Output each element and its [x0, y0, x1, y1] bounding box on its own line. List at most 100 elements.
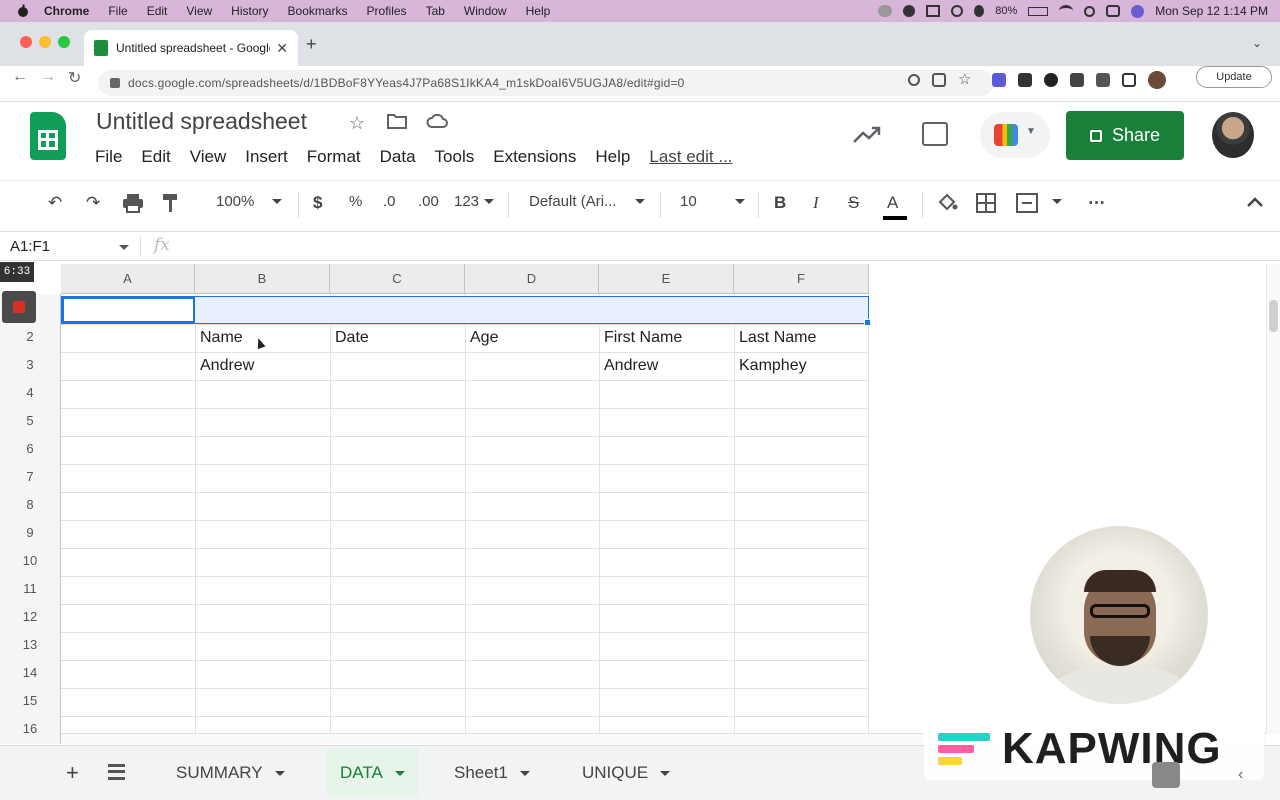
stop-recording-button[interactable]	[2, 291, 36, 323]
menu-insert[interactable]: Insert	[245, 147, 288, 167]
menubar-help[interactable]: Help	[526, 4, 551, 18]
sheet-tab-data[interactable]: DATA	[326, 748, 419, 798]
side-panel-chevron-icon[interactable]: ‹	[1238, 766, 1243, 784]
column-header-e[interactable]: E	[599, 264, 734, 294]
add-sheet-button[interactable]: +	[66, 760, 79, 786]
row-header-10[interactable]: 10	[0, 553, 60, 568]
reload-button[interactable]: ↻	[68, 68, 81, 88]
menu-edit[interactable]: Edit	[141, 147, 170, 167]
address-bar[interactable]: docs.google.com/spreadsheets/d/1BDBoF8YY…	[98, 70, 994, 96]
decrease-decimal-button[interactable]: .0	[383, 193, 396, 210]
merge-chevron-down-icon[interactable]	[1052, 199, 1062, 204]
menubar-profiles[interactable]: Profiles	[367, 4, 407, 18]
column-header-a[interactable]: A	[61, 264, 195, 294]
zoom-chevron-down-icon[interactable]	[272, 199, 282, 204]
all-sheets-list-icon[interactable]	[108, 764, 125, 780]
column-header-f[interactable]: F	[734, 264, 869, 294]
window-minimize-button[interactable]	[39, 36, 51, 48]
new-tab-button[interactable]: +	[306, 34, 317, 55]
paint-format-icon[interactable]	[162, 193, 180, 218]
explore-sparkle-icon[interactable]	[1152, 762, 1180, 788]
scrollbar-thumb[interactable]	[1269, 300, 1278, 332]
control-center-icon[interactable]	[1106, 5, 1121, 17]
menubar-view[interactable]: View	[186, 4, 212, 18]
menu-file[interactable]: File	[95, 147, 122, 167]
redo-icon[interactable]: ↷	[86, 193, 100, 213]
column-header-b[interactable]: B	[195, 264, 330, 294]
extensions-puzzle-icon[interactable]	[1070, 73, 1084, 87]
fill-handle[interactable]	[864, 319, 871, 326]
font-chevron-down-icon[interactable]	[635, 199, 645, 204]
extension-d-icon[interactable]	[992, 73, 1006, 87]
name-box[interactable]: A1:F1	[10, 238, 50, 255]
menu-extensions[interactable]: Extensions	[493, 147, 576, 167]
gear-icon[interactable]	[903, 5, 916, 17]
sheet-tab-unique[interactable]: UNIQUE	[568, 748, 684, 798]
display-icon[interactable]	[926, 5, 941, 17]
fill-color-icon[interactable]	[936, 193, 958, 218]
sheet-tab-summary[interactable]: SUMMARY	[162, 748, 299, 798]
formats-chevron-down-icon[interactable]	[484, 199, 494, 204]
menubar-history[interactable]: History	[231, 4, 268, 18]
row-header-3[interactable]: 3	[0, 357, 60, 372]
chrome-update-button[interactable]: Update	[1196, 66, 1272, 88]
menu-format[interactable]: Format	[307, 147, 361, 167]
text-color-button[interactable]: A	[887, 193, 898, 213]
bookmark-star-icon[interactable]: ☆	[958, 72, 972, 87]
menu-view[interactable]: View	[190, 147, 227, 167]
forward-button[interactable]: →	[40, 68, 56, 86]
row-header-5[interactable]: 5	[0, 413, 60, 428]
row-header-7[interactable]: 7	[0, 469, 60, 484]
battery-icon[interactable]	[1028, 6, 1049, 16]
menubar-tab[interactable]: Tab	[426, 4, 445, 18]
column-header-c[interactable]: C	[330, 264, 465, 294]
close-tab-icon[interactable]: ✕	[276, 40, 288, 57]
vertical-scrollbar[interactable]	[1266, 264, 1280, 734]
user-avatar[interactable]	[1212, 112, 1254, 158]
side-panel-icon[interactable]	[1122, 73, 1136, 87]
menu-tools[interactable]: Tools	[435, 147, 475, 167]
cell-f2[interactable]: Last Name	[739, 329, 816, 347]
extension-pen-icon[interactable]	[1018, 73, 1032, 87]
cell-f3[interactable]: Kamphey	[739, 357, 807, 375]
row-header-8[interactable]: 8	[0, 497, 60, 512]
reading-list-icon[interactable]	[1096, 73, 1110, 87]
font-family-select[interactable]: Default (Ari...	[529, 193, 617, 210]
currency-format-button[interactable]: $	[313, 193, 322, 213]
italic-button[interactable]: I	[813, 193, 819, 213]
row-header-14[interactable]: 14	[0, 665, 60, 680]
menubar-edit[interactable]: Edit	[147, 4, 168, 18]
play-icon[interactable]	[951, 5, 964, 17]
cell-b2[interactable]: Name	[200, 329, 243, 347]
siri-icon[interactable]	[1131, 4, 1145, 18]
address-bar-url[interactable]: docs.google.com/spreadsheets/d/1BDBoF8YY…	[128, 76, 982, 90]
search-icon[interactable]	[1084, 5, 1096, 17]
document-title[interactable]: Untitled spreadsheet	[96, 108, 307, 135]
last-edit-link[interactable]: Last edit ...	[649, 147, 732, 167]
menubar-window[interactable]: Window	[464, 4, 507, 18]
sheet-tab-sheet1[interactable]: Sheet1	[440, 748, 544, 798]
zoom-select[interactable]: 100%	[216, 193, 254, 210]
undo-icon[interactable]: ↶	[48, 193, 62, 213]
profile-avatar-icon[interactable]	[1148, 71, 1166, 89]
browser-tab-active[interactable]: Untitled spreadsheet - Google ✕	[84, 30, 298, 66]
merge-cells-icon[interactable]	[1016, 193, 1038, 218]
sheets-logo-icon[interactable]	[30, 112, 66, 160]
row-header-11[interactable]: 11	[0, 581, 60, 596]
column-header-d[interactable]: D	[465, 264, 599, 294]
cloud-saved-icon[interactable]	[426, 112, 448, 134]
active-cell-a1[interactable]	[62, 297, 195, 323]
apple-icon[interactable]	[16, 4, 30, 18]
cloud-icon[interactable]	[878, 5, 893, 17]
row-header-4[interactable]: 4	[0, 385, 60, 400]
extension-circle-icon[interactable]	[1044, 73, 1058, 87]
row-header-13[interactable]: 13	[0, 637, 60, 652]
cell-e3[interactable]: Andrew	[604, 357, 658, 375]
wifi-icon[interactable]	[1059, 5, 1074, 17]
percent-format-button[interactable]: %	[349, 193, 362, 210]
print-icon[interactable]	[122, 193, 144, 218]
moon-icon[interactable]	[974, 5, 985, 17]
share-page-icon[interactable]	[932, 73, 946, 87]
font-size-chevron-down-icon[interactable]	[735, 199, 745, 204]
strikethrough-button[interactable]: S	[848, 193, 859, 213]
